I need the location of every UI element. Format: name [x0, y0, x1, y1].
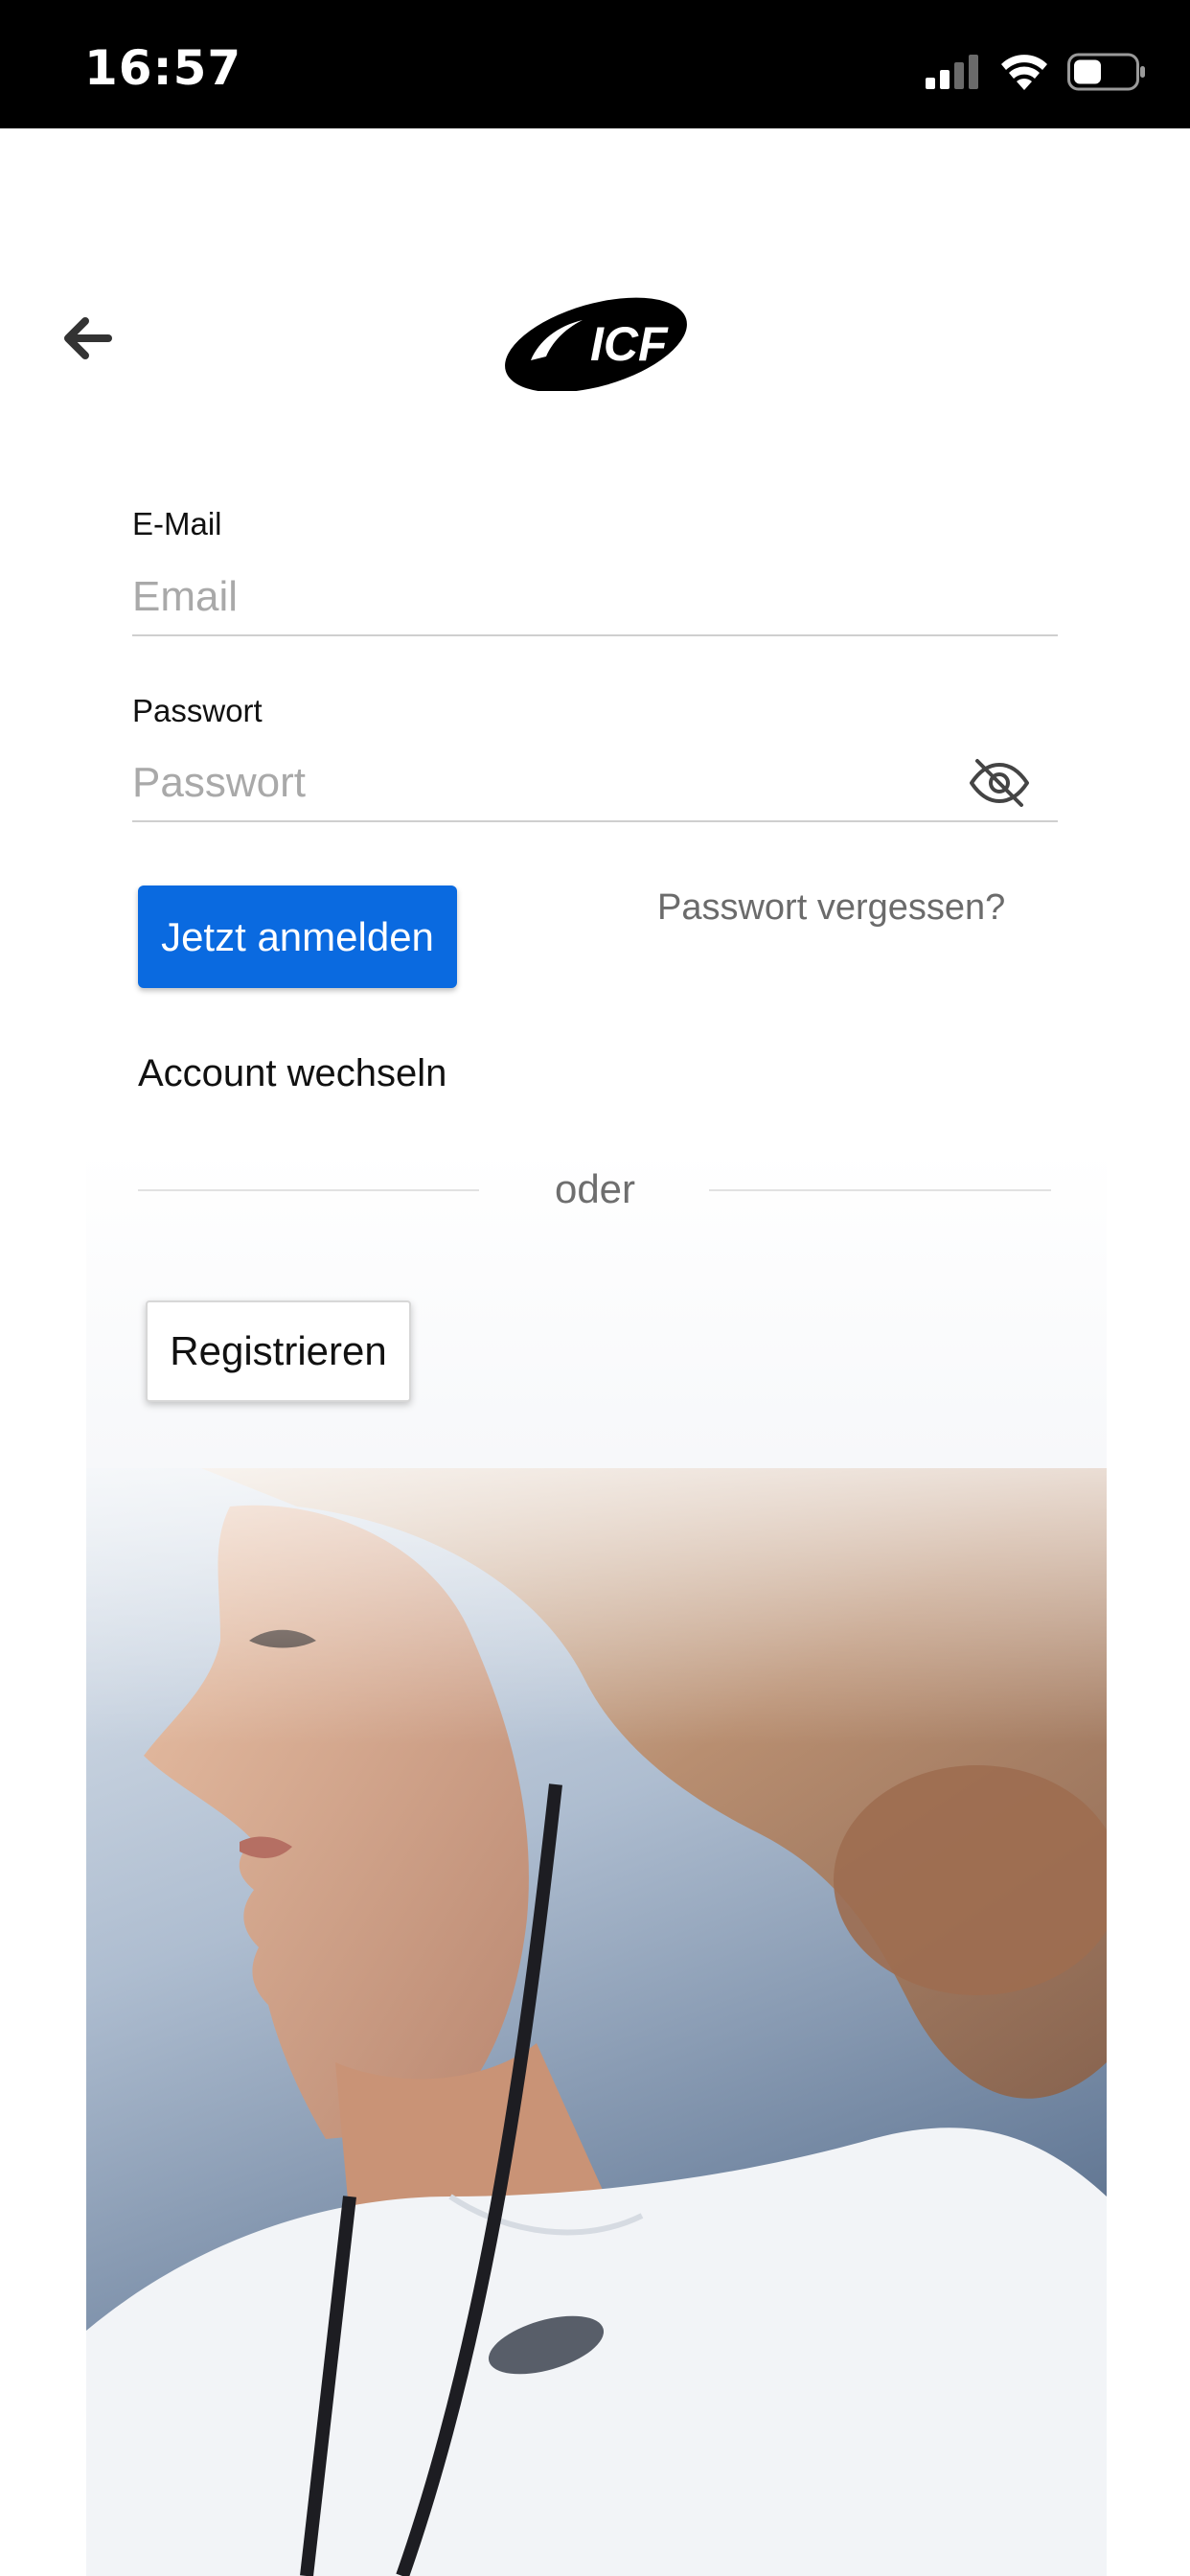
icf-logo: ICF [505, 297, 687, 391]
status-icons [926, 50, 1146, 94]
password-label: Passwort [132, 693, 263, 728]
battery-icon [1067, 53, 1145, 91]
divider-line-left [138, 1189, 479, 1191]
cellular-signal-icon [926, 55, 978, 89]
eye-off-icon [970, 759, 1029, 807]
password-visibility-toggle[interactable] [968, 757, 1031, 809]
divider-text: oder [554, 1166, 636, 1211]
forgot-password-link[interactable]: Passwort vergessen? [657, 887, 1005, 929]
switch-account-link[interactable]: Account wechseln [138, 1052, 446, 1095]
hero-photo-illustration [86, 1468, 1107, 2576]
back-button[interactable] [56, 307, 119, 370]
status-bar: 16:57 [0, 0, 1190, 128]
password-field[interactable] [132, 746, 1058, 822]
status-time: 16:57 [84, 40, 242, 96]
divider-line-right [709, 1189, 1051, 1191]
logo-text: ICF [590, 317, 669, 371]
arrow-left-icon [64, 317, 112, 359]
register-button[interactable]: Registrieren [146, 1300, 411, 1402]
email-field[interactable] [132, 560, 1058, 636]
login-button[interactable]: Jetzt anmelden [138, 886, 457, 988]
email-label: E-Mail [132, 506, 222, 541]
hero-photo [86, 1468, 1107, 2576]
wifi-icon [1001, 55, 1047, 90]
